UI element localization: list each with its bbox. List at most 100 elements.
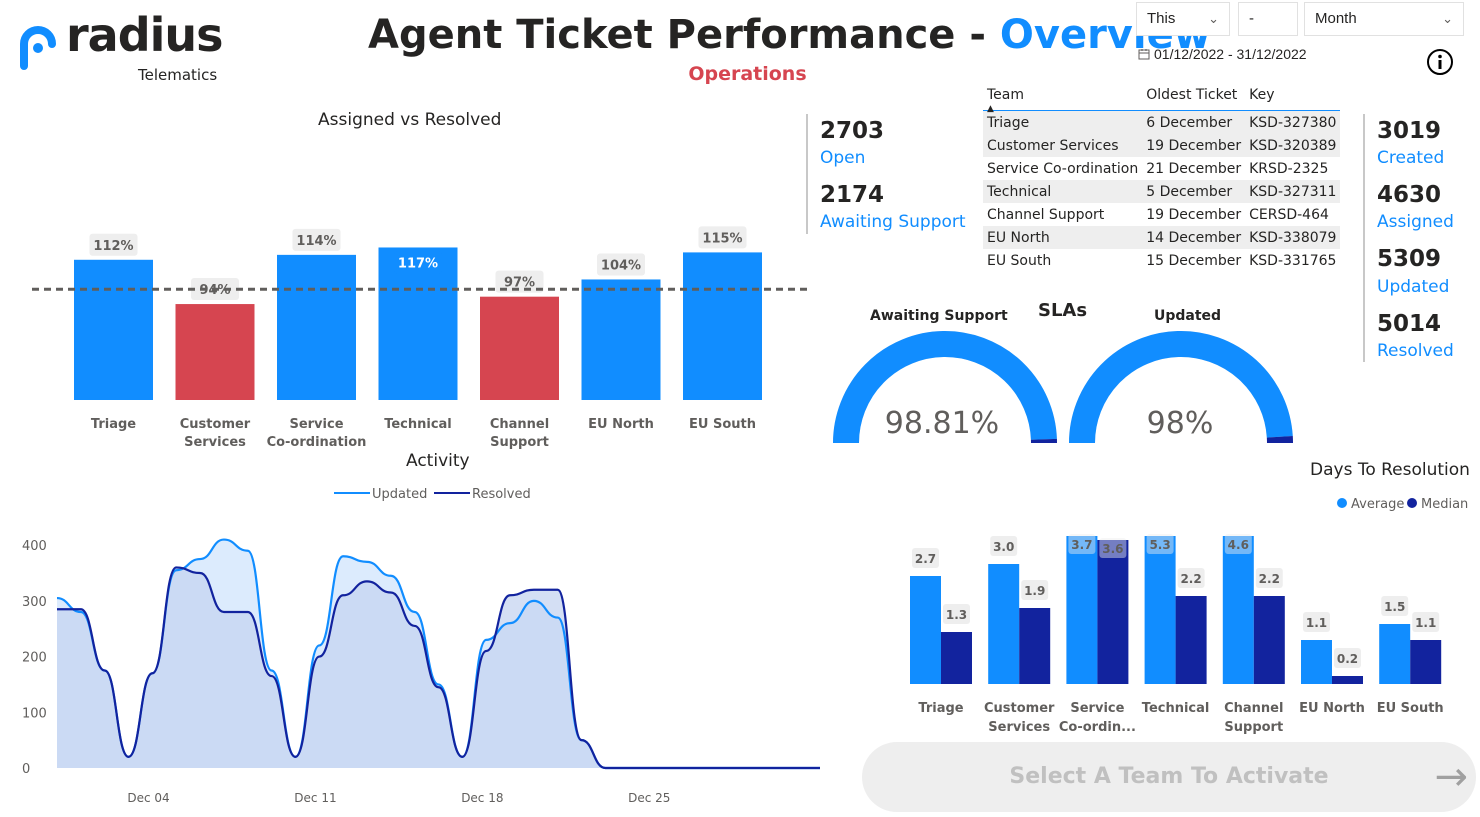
sla-gauge-value-updated: 98% bbox=[1146, 406, 1214, 441]
sort-ascending-icon: ▲ bbox=[987, 104, 994, 114]
bar bbox=[1144, 536, 1176, 684]
table-cell: 21 December bbox=[1146, 160, 1242, 177]
category-label: Service bbox=[1070, 701, 1124, 716]
period-dropdown[interactable]: This ⌄ bbox=[1136, 2, 1230, 36]
period-dropdown-value: This bbox=[1147, 10, 1176, 27]
data-label: 2.2 bbox=[1180, 572, 1201, 586]
assigned-vs-resolved-title: Assigned vs Resolved bbox=[318, 110, 502, 130]
page-title: Agent Ticket Performance - Overview bbox=[368, 12, 1211, 58]
activity-chart: 0 100 200 300 400 Dec 04 Dec 11 Dec 18 Dec 25 Upd… bbox=[22, 487, 820, 805]
arrow-right-icon: → bbox=[1434, 754, 1468, 800]
date-range-text: 01/12/2022 - 31/12/2022 bbox=[1154, 46, 1307, 62]
sla-gauge-label-updated: Updated bbox=[1154, 308, 1222, 324]
table-cell: 5 December bbox=[1142, 180, 1246, 203]
radius-logo-mark-icon bbox=[20, 26, 56, 70]
bar bbox=[480, 296, 559, 400]
category-label: Technical bbox=[1142, 701, 1210, 716]
period-unit-dropdown[interactable]: Month ⌄ bbox=[1304, 2, 1464, 36]
table-cell: 15 December bbox=[1146, 252, 1242, 269]
table-row[interactable]: EU North 14 December KSD-338079 bbox=[983, 226, 1341, 249]
table-row[interactable]: Channel Support 19 December CERSD-464 bbox=[983, 203, 1340, 226]
resolved-count: 5014 bbox=[1377, 311, 1442, 337]
table-cell: KSD-331765 bbox=[1249, 252, 1337, 269]
x-tick-label: Dec 18 bbox=[461, 791, 503, 805]
slas-title: SLAs bbox=[1038, 300, 1088, 321]
page-subtitle: Operations bbox=[688, 63, 807, 85]
category-label: EU North bbox=[1299, 701, 1365, 716]
bar bbox=[1222, 536, 1254, 684]
legend-label: Average bbox=[1351, 497, 1404, 512]
table-row[interactable]: Customer Services 19 December KSD-320389 bbox=[983, 134, 1341, 157]
column-header-key[interactable]: Key bbox=[1245, 80, 1341, 111]
table-cell: KRSD-2325 bbox=[1249, 160, 1329, 177]
bar bbox=[910, 576, 941, 684]
radius-logo: radius Telematics bbox=[16, 8, 236, 86]
table-row[interactable]: EU South 15 December KSD-331765 bbox=[983, 249, 1340, 272]
bar bbox=[1097, 540, 1129, 684]
sla-gauge-value-awaiting: 98.81% bbox=[884, 406, 1000, 441]
table-cell: 19 December bbox=[1146, 206, 1242, 223]
table-cell: CERSD-464 bbox=[1249, 206, 1329, 223]
legend-marker bbox=[1337, 498, 1347, 508]
category-label: Channel bbox=[1224, 701, 1283, 716]
open-count: 2703 bbox=[820, 118, 885, 144]
bar bbox=[74, 259, 153, 400]
category-label: Channel bbox=[490, 417, 549, 432]
data-label: 3.6 bbox=[1102, 542, 1123, 556]
legend-label: Resolved bbox=[472, 487, 531, 502]
table-cell: Channel Support bbox=[987, 206, 1105, 223]
bar bbox=[1253, 596, 1285, 684]
awaiting-support-label: Awaiting Support bbox=[820, 212, 966, 232]
table-cell: KSD-320389 bbox=[1245, 134, 1341, 157]
bar bbox=[1066, 536, 1098, 684]
category-label: Technical bbox=[384, 417, 452, 432]
data-label: 2.7 bbox=[915, 552, 936, 566]
category-label: EU South bbox=[689, 417, 756, 432]
period-unit-value: Month bbox=[1315, 10, 1357, 27]
legend-marker bbox=[1407, 498, 1417, 508]
category-label: Services bbox=[184, 435, 246, 450]
select-team-button[interactable]: Select A Team To Activate → bbox=[862, 742, 1476, 812]
data-label: 0.2 bbox=[1337, 652, 1358, 666]
table-cell: Service Co-ordination bbox=[987, 160, 1139, 177]
category-label: Customer bbox=[180, 417, 251, 432]
created-count: 3019 bbox=[1377, 118, 1442, 144]
bar bbox=[1019, 608, 1051, 684]
table-row[interactable]: Triage 6 December KSD-327380 bbox=[983, 110, 1341, 134]
date-range: 01/12/2022 - 31/12/2022 bbox=[1138, 46, 1307, 62]
column-header-team[interactable]: Team ▲ bbox=[983, 80, 1143, 114]
category-label: Triage bbox=[918, 701, 963, 716]
legend-label: Updated bbox=[372, 487, 427, 502]
assigned-label: Assigned bbox=[1377, 212, 1454, 232]
bar bbox=[1301, 640, 1332, 684]
table-row[interactable]: Service Co-ordination 21 December KRSD-232… bbox=[983, 157, 1340, 180]
x-tick-label: Dec 25 bbox=[628, 791, 670, 805]
assigned-vs-resolved-chart: 112%Triage94%CustomerServices114%Service… bbox=[32, 226, 808, 450]
oldest-ticket-table: Team ▲ Oldest Ticket Key Triage 6 December… bbox=[983, 80, 1341, 272]
y-tick-label: 400 bbox=[22, 539, 47, 554]
data-label: 112% bbox=[93, 239, 133, 254]
category-label: Services bbox=[988, 720, 1050, 735]
updated-count: 5309 bbox=[1377, 246, 1442, 272]
column-header-oldest-ticket[interactable]: Oldest Ticket bbox=[1142, 80, 1246, 111]
bar bbox=[941, 632, 972, 684]
bar bbox=[1332, 676, 1363, 684]
table-cell: Triage bbox=[983, 110, 1143, 134]
category-label: Co-ordin... bbox=[1059, 720, 1136, 735]
info-icon[interactable] bbox=[1426, 48, 1454, 76]
days-to-resolution-chart: 2.7 1.3 Triage 3.0 1.9 Customer Services 3.7 3.6… bbox=[910, 497, 1468, 735]
category-label: Service bbox=[289, 417, 343, 432]
table-cell: Customer Services bbox=[983, 134, 1143, 157]
brand-name: radius bbox=[66, 8, 224, 62]
table-row[interactable]: Technical 5 December KSD-327311 bbox=[983, 180, 1341, 203]
table-header-row: Team ▲ Oldest Ticket Key bbox=[983, 80, 1341, 114]
category-label: Customer bbox=[984, 701, 1055, 716]
data-label: 1.5 bbox=[1384, 600, 1405, 614]
table-cell: 6 December bbox=[1142, 110, 1246, 134]
activity-title: Activity bbox=[406, 451, 470, 471]
kpi-divider bbox=[806, 114, 808, 234]
y-tick-label: 100 bbox=[22, 706, 47, 721]
table-cell: KSD-327380 bbox=[1245, 110, 1341, 134]
bar bbox=[1175, 596, 1207, 684]
period-count-input[interactable]: - bbox=[1238, 2, 1298, 36]
